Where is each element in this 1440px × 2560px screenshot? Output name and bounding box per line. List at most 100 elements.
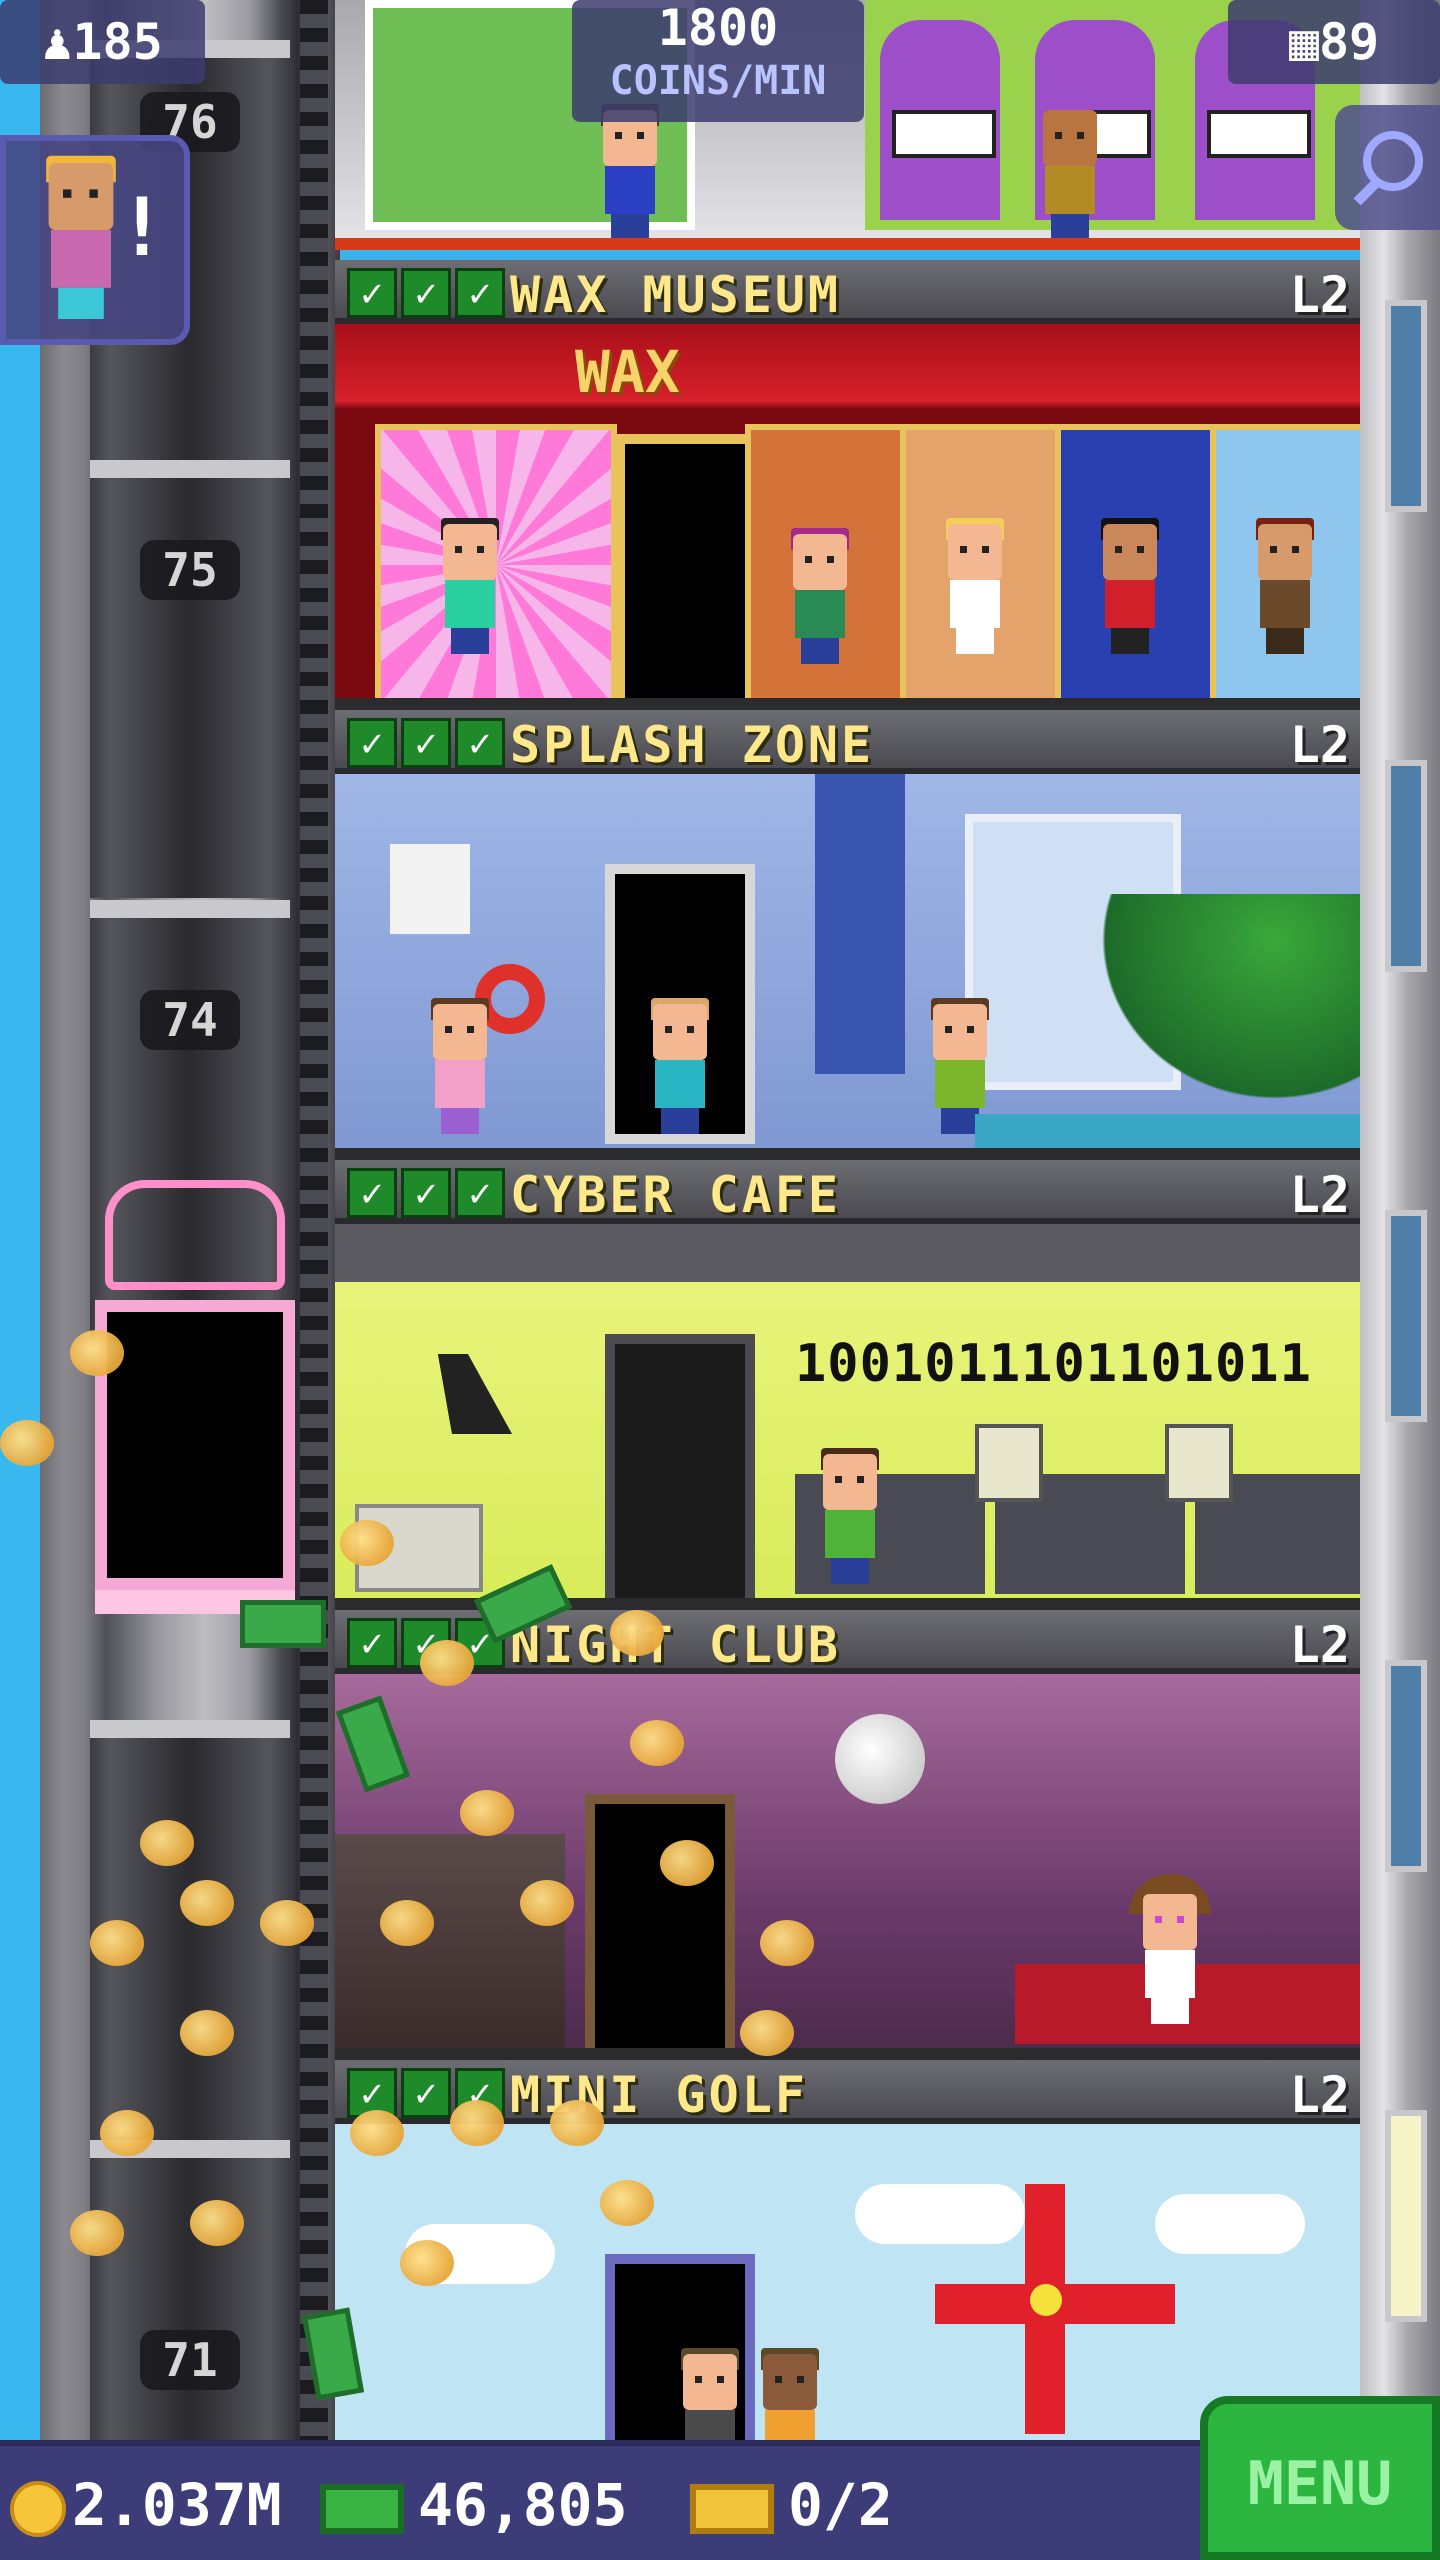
wax-figure [435, 518, 505, 654]
coin-particle [740, 2010, 794, 2056]
floor-header: ✓ ✓ ✓ CYBER CAFE L2 [335, 1160, 1360, 1224]
coin-particle [630, 1720, 684, 1766]
wall-poster [390, 844, 470, 934]
wall-pillar [815, 774, 905, 1074]
coin-particle [760, 1920, 814, 1966]
stock-checks: ✓ ✓ ✓ [347, 268, 505, 318]
bitizen[interactable] [645, 998, 715, 1134]
shaft-floor-number: 74 [140, 990, 240, 1050]
check-icon: ✓ [347, 268, 397, 318]
check-icon: ✓ [401, 268, 451, 318]
coin-balance[interactable]: 2.037M [10, 2470, 282, 2540]
building-window [1385, 760, 1427, 972]
cursor-icon [437, 1354, 513, 1434]
ticket-balance[interactable]: 0/2 [690, 2470, 893, 2540]
coin-particle [660, 1840, 714, 1886]
search-icon-handle [1353, 178, 1381, 206]
coin-particle [520, 1880, 574, 1926]
visitor-notification[interactable]: ! [0, 135, 190, 345]
floor-divider [335, 238, 1360, 250]
floor-level: L2 [1289, 2066, 1350, 2124]
floor-name: CYBER CAFE [510, 1166, 842, 1224]
bux-balance[interactable]: 46,805 [320, 2470, 628, 2540]
room-door [605, 1334, 755, 1610]
building-window [1385, 2110, 1427, 2322]
bar-shelves [335, 1834, 565, 2054]
room-interior [335, 1674, 1360, 2060]
coin-particle [400, 2240, 454, 2286]
building-window [1385, 300, 1427, 512]
bitizen[interactable] [425, 998, 495, 1134]
floor-cyber-cafe[interactable]: ✓ ✓ ✓ CYBER CAFE L2 1001011101101011 [335, 1160, 1360, 1610]
shaft-floor-75 [90, 460, 290, 898]
elevator-car[interactable] [95, 1180, 295, 1620]
floor-level: L2 [1289, 1616, 1350, 1674]
cloud [1155, 2194, 1305, 2254]
room-interior: WAX [335, 324, 1360, 710]
search-button[interactable] [1335, 105, 1440, 230]
floor-counter[interactable]: ▦89 [1228, 0, 1440, 84]
coin-particle [180, 2010, 234, 2056]
floor-ledge [335, 698, 1360, 710]
room-door [585, 1794, 735, 2060]
bux-icon [320, 2483, 404, 2534]
bitizen[interactable] [1129, 1874, 1211, 2024]
menu-button[interactable]: MENU [1200, 2396, 1440, 2560]
coin-particle [340, 1520, 394, 1566]
floor-header: ✓ ✓ ✓ WAX MUSEUM L2 [335, 260, 1360, 324]
room-interior: 1001011101101011 [335, 1224, 1360, 1610]
computer-monitor [975, 1424, 1043, 1502]
building-window [1385, 1210, 1427, 1422]
pool [975, 1114, 1360, 1148]
elevator-rail [300, 0, 328, 2440]
population-counter[interactable]: ♟185 [0, 0, 205, 84]
bitizen[interactable] [815, 1448, 885, 1584]
check-icon: ✓ [347, 718, 397, 768]
check-icon: ✓ [401, 1168, 451, 1218]
coin-particle [450, 2100, 504, 2146]
population-value: 185 [72, 13, 163, 71]
bux-value: 46,805 [418, 2471, 628, 2539]
bitizen[interactable] [595, 104, 665, 240]
floor-header: ✓ ✓ ✓ SPLASH ZONE L2 [335, 710, 1360, 774]
check-icon: ✓ [347, 1168, 397, 1218]
coin-icon [10, 2480, 66, 2537]
room-door [615, 434, 765, 710]
coins-per-minute: 1800 COINS/MIN [572, 0, 864, 122]
coin-particle [420, 1640, 474, 1686]
floor-level: L2 [1289, 1166, 1350, 1224]
floor-name: NIGHT CLUB [510, 1616, 842, 1674]
game-scene[interactable]: 76 75 74 71 ✓ ✓ ✓ WAX MUSEUM L2 WAX ✓ ✓ … [0, 0, 1440, 2560]
check-icon: ✓ [401, 2068, 451, 2118]
coin-particle [600, 2180, 654, 2226]
bitizen[interactable] [1035, 110, 1105, 240]
coin-particle [0, 1420, 54, 1466]
floor-ledge [335, 2048, 1360, 2060]
ticket-value: 0/2 [788, 2471, 893, 2539]
room-interior [335, 774, 1360, 1160]
visitor-avatar [39, 155, 123, 319]
check-icon: ✓ [455, 268, 505, 318]
building-window [1385, 1660, 1427, 1872]
ticket-icon [690, 2483, 774, 2534]
coins-per-min-unit: COINS/MIN [609, 58, 827, 104]
computer-monitor [1165, 1424, 1233, 1502]
floor-splash-zone[interactable]: ✓ ✓ ✓ SPLASH ZONE L2 [335, 710, 1360, 1160]
floor-level: L2 [1289, 716, 1350, 774]
coin-particle [610, 1610, 664, 1656]
coins-per-min-value: 1800 [657, 0, 779, 57]
floor-name: WAX MUSEUM [510, 266, 842, 324]
floor-wax-museum[interactable]: ✓ ✓ ✓ WAX MUSEUM L2 WAX [335, 260, 1360, 710]
wax-sign: WAX [575, 338, 680, 406]
shaft-floor-number: 71 [140, 2330, 240, 2390]
coin-particle [550, 2100, 604, 2146]
coin-particle [180, 1880, 234, 1926]
cloud [855, 2184, 1025, 2244]
check-icon: ✓ [347, 1618, 397, 1668]
floor-ledge [335, 1148, 1360, 1160]
floor-level: L2 [1289, 266, 1350, 324]
bux-particle [240, 1600, 326, 1648]
wax-figure [1095, 518, 1165, 654]
stock-checks: ✓ ✓ ✓ [347, 718, 505, 768]
check-icon: ✓ [401, 718, 451, 768]
